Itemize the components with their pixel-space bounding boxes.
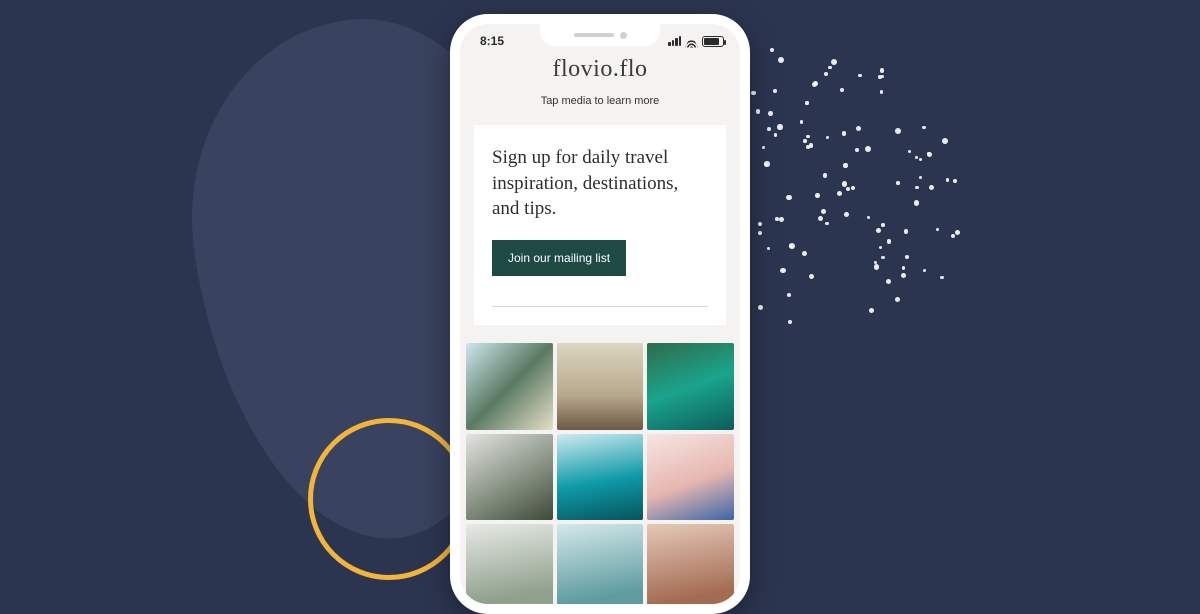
- media-tile[interactable]: [466, 343, 553, 430]
- media-tile[interactable]: [557, 524, 644, 604]
- card-heading: Sign up for daily travel inspiration, de…: [492, 145, 708, 222]
- phone-frame: 8:15 flovio.flo Tap media to learn more …: [450, 14, 750, 614]
- media-tile[interactable]: [466, 434, 553, 521]
- media-tile[interactable]: [647, 524, 734, 604]
- media-tile[interactable]: [557, 434, 644, 521]
- wifi-icon: [685, 35, 698, 48]
- media-tile[interactable]: [647, 343, 734, 430]
- decorative-ring: [308, 418, 470, 580]
- media-grid: [460, 325, 740, 604]
- join-mailing-list-button[interactable]: Join our mailing list: [492, 240, 626, 276]
- media-tile[interactable]: [466, 524, 553, 604]
- status-icons: [668, 35, 724, 48]
- status-time: 8:15: [480, 34, 504, 48]
- signup-card: Sign up for daily travel inspiration, de…: [474, 125, 726, 325]
- divider: [492, 306, 708, 307]
- media-tile[interactable]: [557, 343, 644, 430]
- decorative-dots: [740, 20, 1000, 340]
- phone-screen: 8:15 flovio.flo Tap media to learn more …: [460, 24, 740, 604]
- media-tile[interactable]: [647, 434, 734, 521]
- brand-title: flovio.flo: [460, 56, 740, 83]
- cellular-icon: [668, 36, 681, 46]
- phone-notch: [540, 24, 660, 46]
- battery-icon: [702, 36, 724, 47]
- page-subtitle: Tap media to learn more: [460, 95, 740, 107]
